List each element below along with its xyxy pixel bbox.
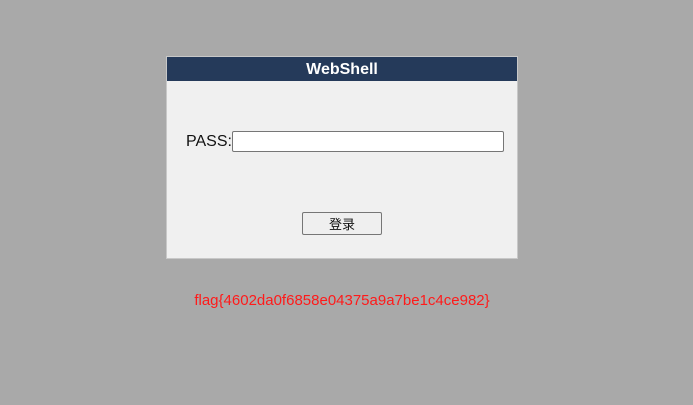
password-input[interactable]: [231, 131, 504, 152]
panel-title: WebShell: [167, 57, 517, 81]
password-label: PASS:: [186, 132, 232, 150]
login-button[interactable]: 登录: [302, 212, 382, 235]
webshell-login-panel: WebShell PASS: 登录: [166, 56, 518, 259]
flag-text: flag{4602da0f6858e04375a9a7be1c4ce982}: [194, 292, 490, 309]
password-row: PASS:: [186, 131, 504, 152]
